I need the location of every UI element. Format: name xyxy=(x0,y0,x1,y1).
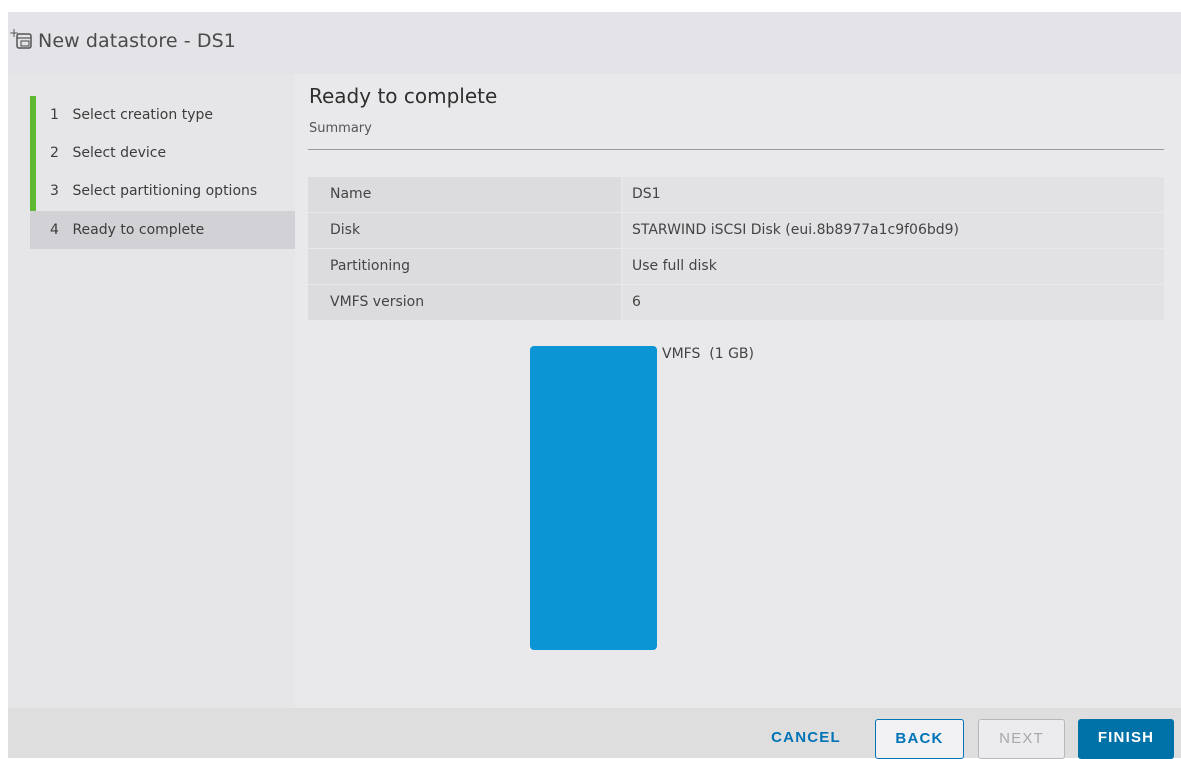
main-content: Ready to complete Summary Name DS1 Disk … xyxy=(295,74,1181,708)
step-number: 1 xyxy=(50,107,59,123)
divider xyxy=(308,149,1164,150)
cancel-button[interactable]: CANCEL xyxy=(761,719,851,759)
step-label: Select partitioning options xyxy=(72,183,258,199)
summary-row-partitioning: Partitioning Use full disk xyxy=(308,249,1164,285)
new-datastore-dialog: + New datastore - DS1 1 Select creation … xyxy=(8,12,1181,759)
step-number: 3 xyxy=(50,183,59,199)
dialog-titlebar: + New datastore - DS1 xyxy=(8,12,1181,74)
summary-label: Partitioning xyxy=(308,249,621,284)
summary-label: Disk xyxy=(308,213,621,248)
page-title: Ready to complete xyxy=(309,84,498,108)
next-button[interactable]: NEXT xyxy=(978,719,1065,759)
step-label: Select creation type xyxy=(72,107,213,123)
summary-label: Name xyxy=(308,177,621,212)
back-button[interactable]: BACK xyxy=(875,719,964,759)
summary-row-vmfs-version: VMFS version 6 xyxy=(308,285,1164,321)
partition-block xyxy=(530,346,657,650)
step-select-device[interactable]: 2 Select device xyxy=(30,134,295,172)
summary-value: STARWIND iSCSI Disk (eui.8b8977a1c9f06bd… xyxy=(622,213,1164,248)
summary-table: Name DS1 Disk STARWIND iSCSI Disk (eui.8… xyxy=(308,177,1164,321)
step-select-partitioning-options[interactable]: 3 Select partitioning options xyxy=(30,172,295,210)
summary-label: VMFS version xyxy=(308,285,621,320)
step-label: Select device xyxy=(72,145,167,161)
partition-label: VMFS (1 GB) xyxy=(662,346,754,362)
summary-row-name: Name DS1 xyxy=(308,177,1164,213)
new-datastore-icon: + xyxy=(9,26,39,52)
wizard-steps-panel: 1 Select creation type 2 Select device 3… xyxy=(8,74,295,708)
step-number: 4 xyxy=(50,222,59,238)
summary-value: DS1 xyxy=(622,177,1164,212)
dialog-footer: CANCEL BACK NEXT FINISH xyxy=(8,708,1181,759)
step-ready-to-complete[interactable]: 4 Ready to complete xyxy=(30,211,295,249)
summary-row-disk: Disk STARWIND iSCSI Disk (eui.8b8977a1c9… xyxy=(308,213,1164,249)
finish-button[interactable]: FINISH xyxy=(1078,719,1174,759)
dialog-title: New datastore - DS1 xyxy=(38,30,236,52)
page-subtitle: Summary xyxy=(309,121,372,136)
step-label: Ready to complete xyxy=(72,222,205,238)
step-select-creation-type[interactable]: 1 Select creation type xyxy=(30,96,295,134)
step-number: 2 xyxy=(50,145,59,161)
summary-value: Use full disk xyxy=(622,249,1164,284)
summary-value: 6 xyxy=(622,285,1164,320)
